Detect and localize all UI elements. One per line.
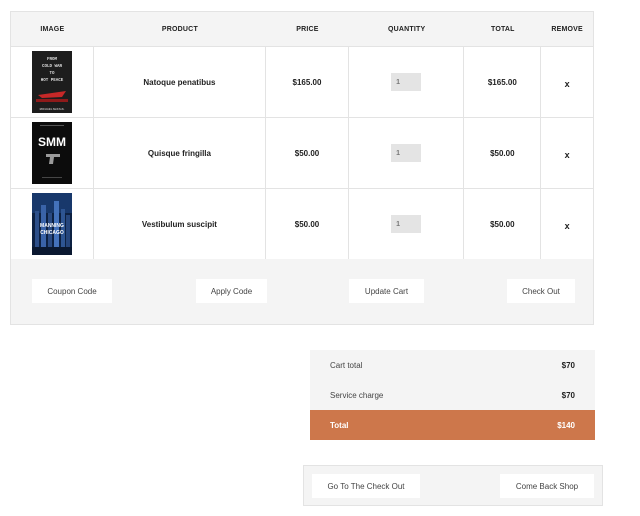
quantity-input[interactable]: 1: [391, 144, 422, 162]
table-row: SMM Quisque fringilla $50.00 1 $50.00 x: [11, 118, 593, 189]
coupon-code-input[interactable]: Coupon Code: [32, 279, 112, 303]
check-out-button[interactable]: Check Out: [507, 279, 575, 303]
row-total: $50.00: [464, 118, 542, 188]
cart-total-value: $70: [561, 360, 575, 370]
checkout-actions: Go To The Check Out Come Back Shop: [303, 465, 603, 506]
cart-total-row: Cart total $70: [310, 350, 595, 380]
cart-total-label: Cart total: [330, 360, 363, 370]
header-product: PRODUCT: [161, 25, 198, 33]
remove-icon[interactable]: x: [541, 189, 593, 259]
quantity-cell: 1: [349, 118, 465, 188]
table-row: FROM COLD WAR TO HOT PEACE MICHAEL McFAU…: [11, 47, 593, 118]
cover-text: SMM: [38, 135, 66, 149]
come-back-shop-button[interactable]: Come Back Shop: [500, 474, 594, 498]
product-image-cell: MANNING CHICAGO: [11, 189, 94, 259]
grand-total-value: $140: [557, 420, 575, 430]
cover-text: FROM: [47, 58, 58, 62]
book-cover-smm[interactable]: SMM: [31, 122, 72, 184]
update-cart-button[interactable]: Update Cart: [349, 279, 424, 303]
header-remove: REMOVE: [551, 25, 583, 33]
book-cover-cold-war[interactable]: FROM COLD WAR TO HOT PEACE MICHAEL McFAU…: [31, 51, 72, 113]
book-cover-chicago[interactable]: MANNING CHICAGO: [31, 193, 72, 255]
product-price: $165.00: [266, 47, 349, 117]
header-image: IMAGE: [40, 25, 65, 33]
service-charge-row: Service charge $70: [310, 380, 595, 410]
remove-icon[interactable]: x: [541, 118, 593, 188]
remove-icon[interactable]: x: [541, 47, 593, 117]
grand-total-row: Total $140: [310, 410, 595, 440]
product-name[interactable]: Natoque penatibus: [94, 47, 267, 117]
product-name[interactable]: Vestibulum suscipit: [94, 189, 267, 259]
product-image-cell: FROM COLD WAR TO HOT PEACE MICHAEL McFAU…: [11, 47, 94, 117]
product-price: $50.00: [266, 118, 349, 188]
service-charge-label: Service charge: [330, 390, 384, 400]
grand-total-label: Total: [330, 420, 349, 430]
quantity-input[interactable]: 1: [391, 73, 422, 91]
row-total: $165.00: [464, 47, 542, 117]
quantity-cell: 1: [349, 189, 465, 259]
cart-totals: Cart total $70 Service charge $70 Total …: [310, 350, 595, 440]
product-image-cell: SMM: [11, 118, 94, 188]
table-row: MANNING CHICAGO Vestibulum suscipit $50.…: [11, 189, 593, 260]
product-price: $50.00: [266, 189, 349, 259]
cart-actions-bar: Coupon Code Apply Code Update Cart Check…: [10, 259, 594, 325]
quantity-cell: 1: [349, 47, 465, 117]
header-quantity: QUANTITY: [387, 25, 426, 33]
cover-author: MICHAEL McFAUL: [40, 107, 65, 111]
cover-text: HOT PEACE: [41, 79, 64, 83]
go-to-checkout-button[interactable]: Go To The Check Out: [312, 474, 420, 498]
cover-text: TO: [49, 72, 55, 76]
header-price: PRICE: [296, 25, 319, 33]
row-total: $50.00: [464, 189, 542, 259]
table-header: IMAGE PRODUCT PRICE QUANTITY TOTAL REMOV…: [11, 12, 593, 47]
product-name[interactable]: Quisque fringilla: [94, 118, 267, 188]
cover-text: MANNING: [40, 223, 64, 229]
cover-text: COLD WAR: [42, 65, 63, 69]
header-total: TOTAL: [490, 25, 515, 33]
cover-text: CHICAGO: [40, 230, 64, 236]
service-charge-value: $70: [561, 390, 575, 400]
cart-table: IMAGE PRODUCT PRICE QUANTITY TOTAL REMOV…: [10, 11, 594, 260]
apply-code-button[interactable]: Apply Code: [196, 279, 267, 303]
quantity-input[interactable]: 1: [391, 215, 422, 233]
